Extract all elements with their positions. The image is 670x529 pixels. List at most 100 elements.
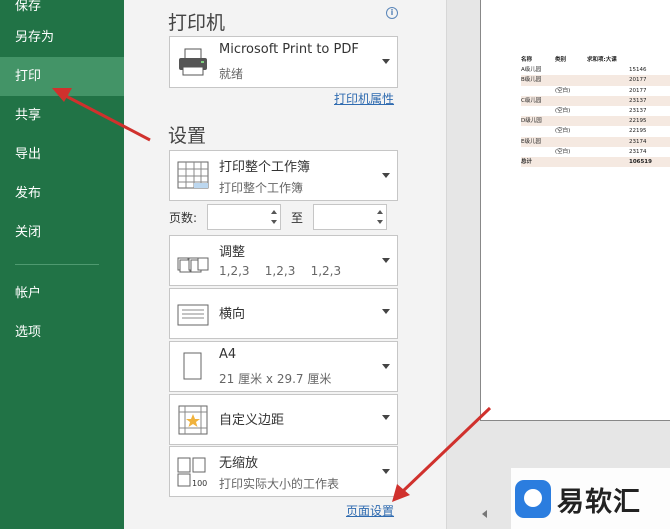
nav-options[interactable]: 选项 — [0, 313, 124, 352]
portrait-page-icon — [176, 350, 210, 384]
preview-cell: (空白) — [555, 87, 571, 94]
preview-table: 名称 类别 求和项:大课 A级儿园 15146 B级儿园 20177 (空白) 20177… — [521, 55, 670, 168]
preview-cell: 23137 — [629, 107, 647, 114]
printer-icon — [176, 45, 210, 79]
printer-section-title: 打印机 — [168, 12, 226, 34]
collate-dropdown[interactable]: 调整 1,2,3 1,2,3 1,2,3 — [169, 235, 398, 286]
preview-cell: (空白) — [555, 128, 571, 135]
preview-row: (空白) 23137 — [521, 106, 670, 116]
nav-close[interactable]: 关闭 — [0, 213, 124, 252]
nav-save-cut[interactable]: 保存 — [0, 0, 124, 14]
pages-from-stepper[interactable] — [207, 204, 281, 230]
preview-cell: 23137 — [629, 97, 647, 104]
printer-status: 就绪 — [219, 67, 244, 81]
previous-page-icon[interactable] — [482, 510, 487, 518]
paper-size-dropdown[interactable]: A4 21 厘米 x 29.7 厘米 — [169, 341, 398, 392]
print-preview-area: 名称 类别 求和项:大课 A级儿园 15146 B级儿园 20177 (空白) 20177… — [447, 0, 670, 529]
margins-star-icon — [176, 403, 210, 437]
collate-sub: 1,2,3 1,2,3 1,2,3 — [219, 264, 342, 278]
pages-label: 页数: — [169, 211, 198, 225]
preview-row: A级儿园 15146 — [521, 65, 670, 75]
workbook-grid-icon — [176, 159, 210, 193]
paper-size-main: A4 — [219, 347, 237, 362]
chevron-down-icon — [382, 59, 390, 64]
preview-cell: (空白) — [555, 107, 571, 114]
nav-share[interactable]: 共享 — [0, 96, 124, 135]
chevron-down-icon — [382, 415, 390, 420]
chevron-down-icon — [382, 469, 390, 474]
preview-cell: (空白) — [555, 148, 571, 155]
page-setup-link[interactable]: 页面设置 — [346, 502, 394, 519]
spin-down-icon[interactable] — [271, 220, 277, 224]
preview-cell: 15146 — [629, 67, 647, 74]
scaling-sub: 打印实际大小的工作表 — [219, 477, 340, 491]
chevron-down-icon — [382, 309, 390, 314]
watermark-logo-icon — [515, 480, 551, 518]
watermark-text: 易软汇 — [557, 487, 641, 518]
preview-row: 总计 106519 — [521, 156, 670, 168]
orientation-main: 横向 — [219, 307, 246, 322]
preview-cell: 23174 — [629, 138, 647, 145]
preview-cell: 22195 — [629, 128, 647, 135]
landscape-page-icon — [176, 297, 210, 331]
printer-properties-link[interactable]: 打印机属性 — [334, 90, 394, 107]
collate-icon — [176, 244, 210, 278]
nav-export[interactable]: 导出 — [0, 135, 124, 174]
paper-size-sub: 21 厘米 x 29.7 厘米 — [219, 372, 332, 386]
scaling-dropdown[interactable]: 100 无缩放 打印实际大小的工作表 — [169, 446, 398, 497]
preview-row: E级儿园 23174 — [521, 136, 670, 147]
preview-rows: A级儿园 15146 B级儿园 20177 (空白) 20177 C级儿园 23137 (空白)… — [521, 65, 670, 168]
info-icon[interactable]: i — [386, 7, 398, 19]
preview-cell: 22195 — [629, 118, 647, 125]
chevron-down-icon — [382, 364, 390, 369]
margins-dropdown[interactable]: 自定义边距 — [169, 394, 398, 445]
preview-page: 名称 类别 求和项:大课 A级儿园 15146 B级儿园 20177 (空白) 20177… — [480, 0, 670, 421]
preview-cell: 20177 — [629, 77, 647, 84]
preview-row: C级儿园 23137 — [521, 95, 670, 106]
preview-cell: B级儿园 — [521, 77, 542, 84]
spin-up-icon[interactable] — [377, 210, 383, 214]
svg-text:100: 100 — [192, 479, 207, 488]
spin-down-icon[interactable] — [377, 220, 383, 224]
pages-to-label: 至 — [291, 211, 304, 225]
settings-section-title: 设置 — [168, 125, 207, 147]
chevron-down-icon — [382, 258, 390, 263]
nav-publish[interactable]: 发布 — [0, 174, 124, 213]
preview-cell: A级儿园 — [521, 67, 542, 74]
nav-print[interactable]: 打印 — [0, 57, 124, 96]
preview-cell: 106519 — [629, 158, 652, 165]
pages-to-stepper[interactable] — [313, 204, 387, 230]
preview-cell: 总计 — [521, 158, 533, 165]
pages-range-row: 页数: 至 — [169, 204, 398, 230]
preview-header-cell: 名称 — [521, 57, 533, 63]
print-scope-main: 打印整个工作簿 — [219, 160, 311, 175]
print-scope-sub: 打印整个工作簿 — [219, 181, 304, 195]
preview-row: D级儿园 22195 — [521, 116, 670, 127]
preview-cell: 23174 — [629, 148, 647, 155]
margins-main: 自定义边距 — [219, 413, 285, 428]
preview-cell: C级儿园 — [521, 97, 542, 104]
preview-header-cell: 求和项:大课 — [587, 57, 617, 63]
collate-main: 调整 — [219, 245, 246, 260]
preview-header-cell: 类别 — [555, 57, 567, 63]
nav-account[interactable]: 帐户 — [0, 274, 124, 313]
nav-save-as[interactable]: 另存为 — [0, 18, 124, 57]
preview-row: (空白) 20177 — [521, 86, 670, 96]
print-scope-dropdown[interactable]: 打印整个工作簿 打印整个工作簿 — [169, 150, 398, 201]
orientation-dropdown[interactable]: 横向 — [169, 288, 398, 339]
watermark: 易软汇 — [511, 468, 670, 529]
chevron-down-icon — [382, 173, 390, 178]
preview-cell: 20177 — [629, 87, 647, 94]
backstage-sidebar: 保存 另存为 打印 共享 导出 发布 关闭 帐户 选项 — [0, 0, 124, 529]
printer-name: Microsoft Print to PDF — [219, 42, 359, 57]
preview-row: (空白) 23174 — [521, 147, 670, 157]
scaling-main: 无缩放 — [219, 456, 259, 471]
printer-dropdown[interactable]: Microsoft Print to PDF 就绪 — [169, 36, 398, 88]
print-settings-panel: 打印机 i Microsoft Print to PDF 就绪 打印机属性 设置 — [124, 0, 446, 529]
preview-header-row: 名称 类别 求和项:大课 — [521, 55, 670, 65]
nav-divider — [15, 264, 99, 265]
spin-up-icon[interactable] — [271, 210, 277, 214]
preview-cell: D级儿园 — [521, 118, 542, 125]
preview-row: B级儿园 20177 — [521, 75, 670, 86]
scaling-100-icon: 100 — [176, 455, 210, 489]
